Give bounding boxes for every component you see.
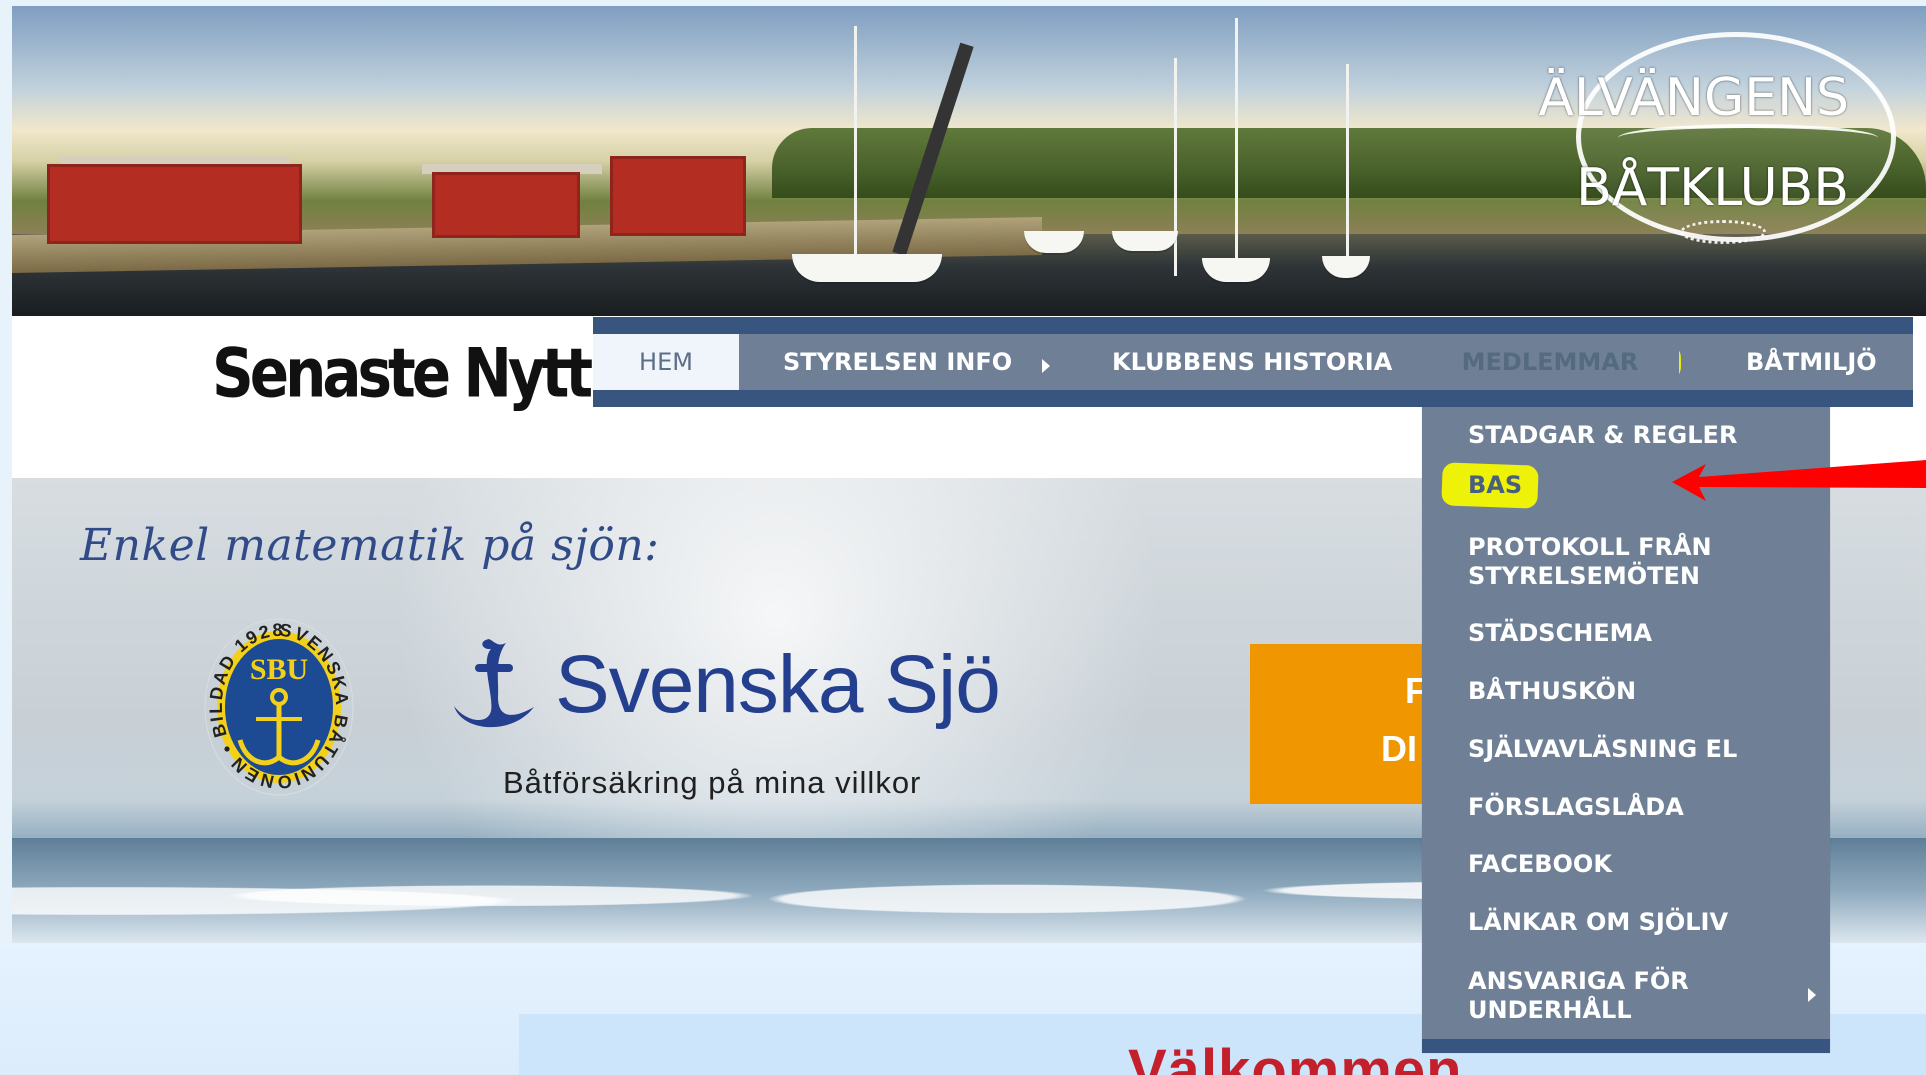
rope-knot-icon bbox=[1680, 220, 1766, 244]
sailboat-mast bbox=[1235, 18, 1238, 272]
dropdown-item-facebook[interactable]: FACEBOOK bbox=[1468, 850, 1612, 879]
sbu-abbreviation: SBU bbox=[250, 653, 308, 686]
dropdown-item-ansvariga[interactable]: ANSVARIGA FÖR UNDERHÅLL bbox=[1468, 967, 1768, 1025]
banner-tagline: Enkel matematik på sjön: bbox=[80, 520, 660, 571]
sailboat-mast bbox=[854, 26, 857, 271]
welcome-heading: Välkommen bbox=[1128, 1042, 1463, 1075]
nav-item-klubbens-historia[interactable]: KLUBBENS HISTORIA bbox=[1112, 334, 1392, 390]
nav-item-medlemmar[interactable]: MEDLEMMAR bbox=[1421, 334, 1679, 390]
svenska-sjo-subtitle: Båtförsäkring på mina villkor bbox=[503, 765, 922, 800]
nav-item-medlemmar-label: MEDLEMMAR bbox=[1461, 348, 1639, 376]
red-boathouse bbox=[432, 172, 580, 238]
nav-item-hem[interactable]: HEM bbox=[593, 334, 739, 390]
svenska-sjo-logo-icon bbox=[454, 639, 534, 728]
svenska-sjo-logo: Svenska Sjö bbox=[555, 639, 1001, 730]
boat bbox=[792, 254, 942, 282]
orange-promo-panel[interactable] bbox=[1250, 644, 1430, 804]
logo-wave bbox=[1618, 124, 1878, 152]
dropdown-item-protokoll[interactable]: PROTOKOLL FRÅN STYRELSEMÖTEN bbox=[1468, 533, 1768, 591]
main-navigation: HEM STYRELSEN INFO KLUBBENS HISTORIA MED… bbox=[593, 317, 1913, 407]
caret-right-icon bbox=[1808, 988, 1816, 1002]
dropdown-item-forslagslada[interactable]: FÖRSLAGSLÅDA bbox=[1468, 793, 1684, 822]
red-arrow-icon bbox=[1672, 460, 1926, 501]
nav-item-batmiljo[interactable]: BÅTMILJÖ bbox=[1746, 334, 1877, 390]
page: ÄLVÄNGENS BÅTKLUBB Senaste Nytt HEM STYR… bbox=[0, 0, 1926, 1075]
sailboat-mast bbox=[1346, 64, 1349, 274]
dropdown-item-bas[interactable]: BAS bbox=[1468, 471, 1522, 500]
boat bbox=[1112, 231, 1178, 251]
caret-right-icon bbox=[1042, 359, 1050, 373]
nav-bar: HEM STYRELSEN INFO KLUBBENS HISTORIA MED… bbox=[593, 334, 1913, 390]
dropdown-item-stadgar[interactable]: STADGAR & REGLER bbox=[1468, 421, 1737, 450]
dropdown-item-sjalvavlasning-el[interactable]: SJÄLVAVLÄSNING EL bbox=[1468, 735, 1737, 764]
dropdown-bottom-bar bbox=[1422, 1039, 1830, 1053]
nav-item-styrelsen-info[interactable]: STYRELSEN INFO bbox=[783, 334, 1012, 390]
club-logo-title: ÄLVÄNGENS bbox=[1538, 68, 1849, 128]
orange-promo-text-line2: DI bbox=[1381, 728, 1417, 769]
sbu-badge-icon: SVENSKA BÅTUNIONEN • BILDAD 1928 • SBU bbox=[198, 612, 354, 796]
red-boathouse bbox=[610, 156, 746, 236]
red-boathouse bbox=[47, 164, 302, 244]
dropdown-item-lankar[interactable]: LÄNKAR OM SJÖLIV bbox=[1468, 908, 1728, 937]
senaste-nytt-link[interactable]: Senaste Nytt bbox=[212, 334, 593, 413]
dropdown-item-stadschema[interactable]: STÄDSCHEMA bbox=[1468, 619, 1652, 648]
dropdown-item-bathuskon[interactable]: BÅTHUSKÖN bbox=[1468, 677, 1636, 706]
header-banner: ÄLVÄNGENS BÅTKLUBB bbox=[12, 6, 1926, 316]
sailboat-mast bbox=[1174, 58, 1177, 276]
club-logo-subtitle: BÅTKLUBB bbox=[1576, 158, 1849, 218]
